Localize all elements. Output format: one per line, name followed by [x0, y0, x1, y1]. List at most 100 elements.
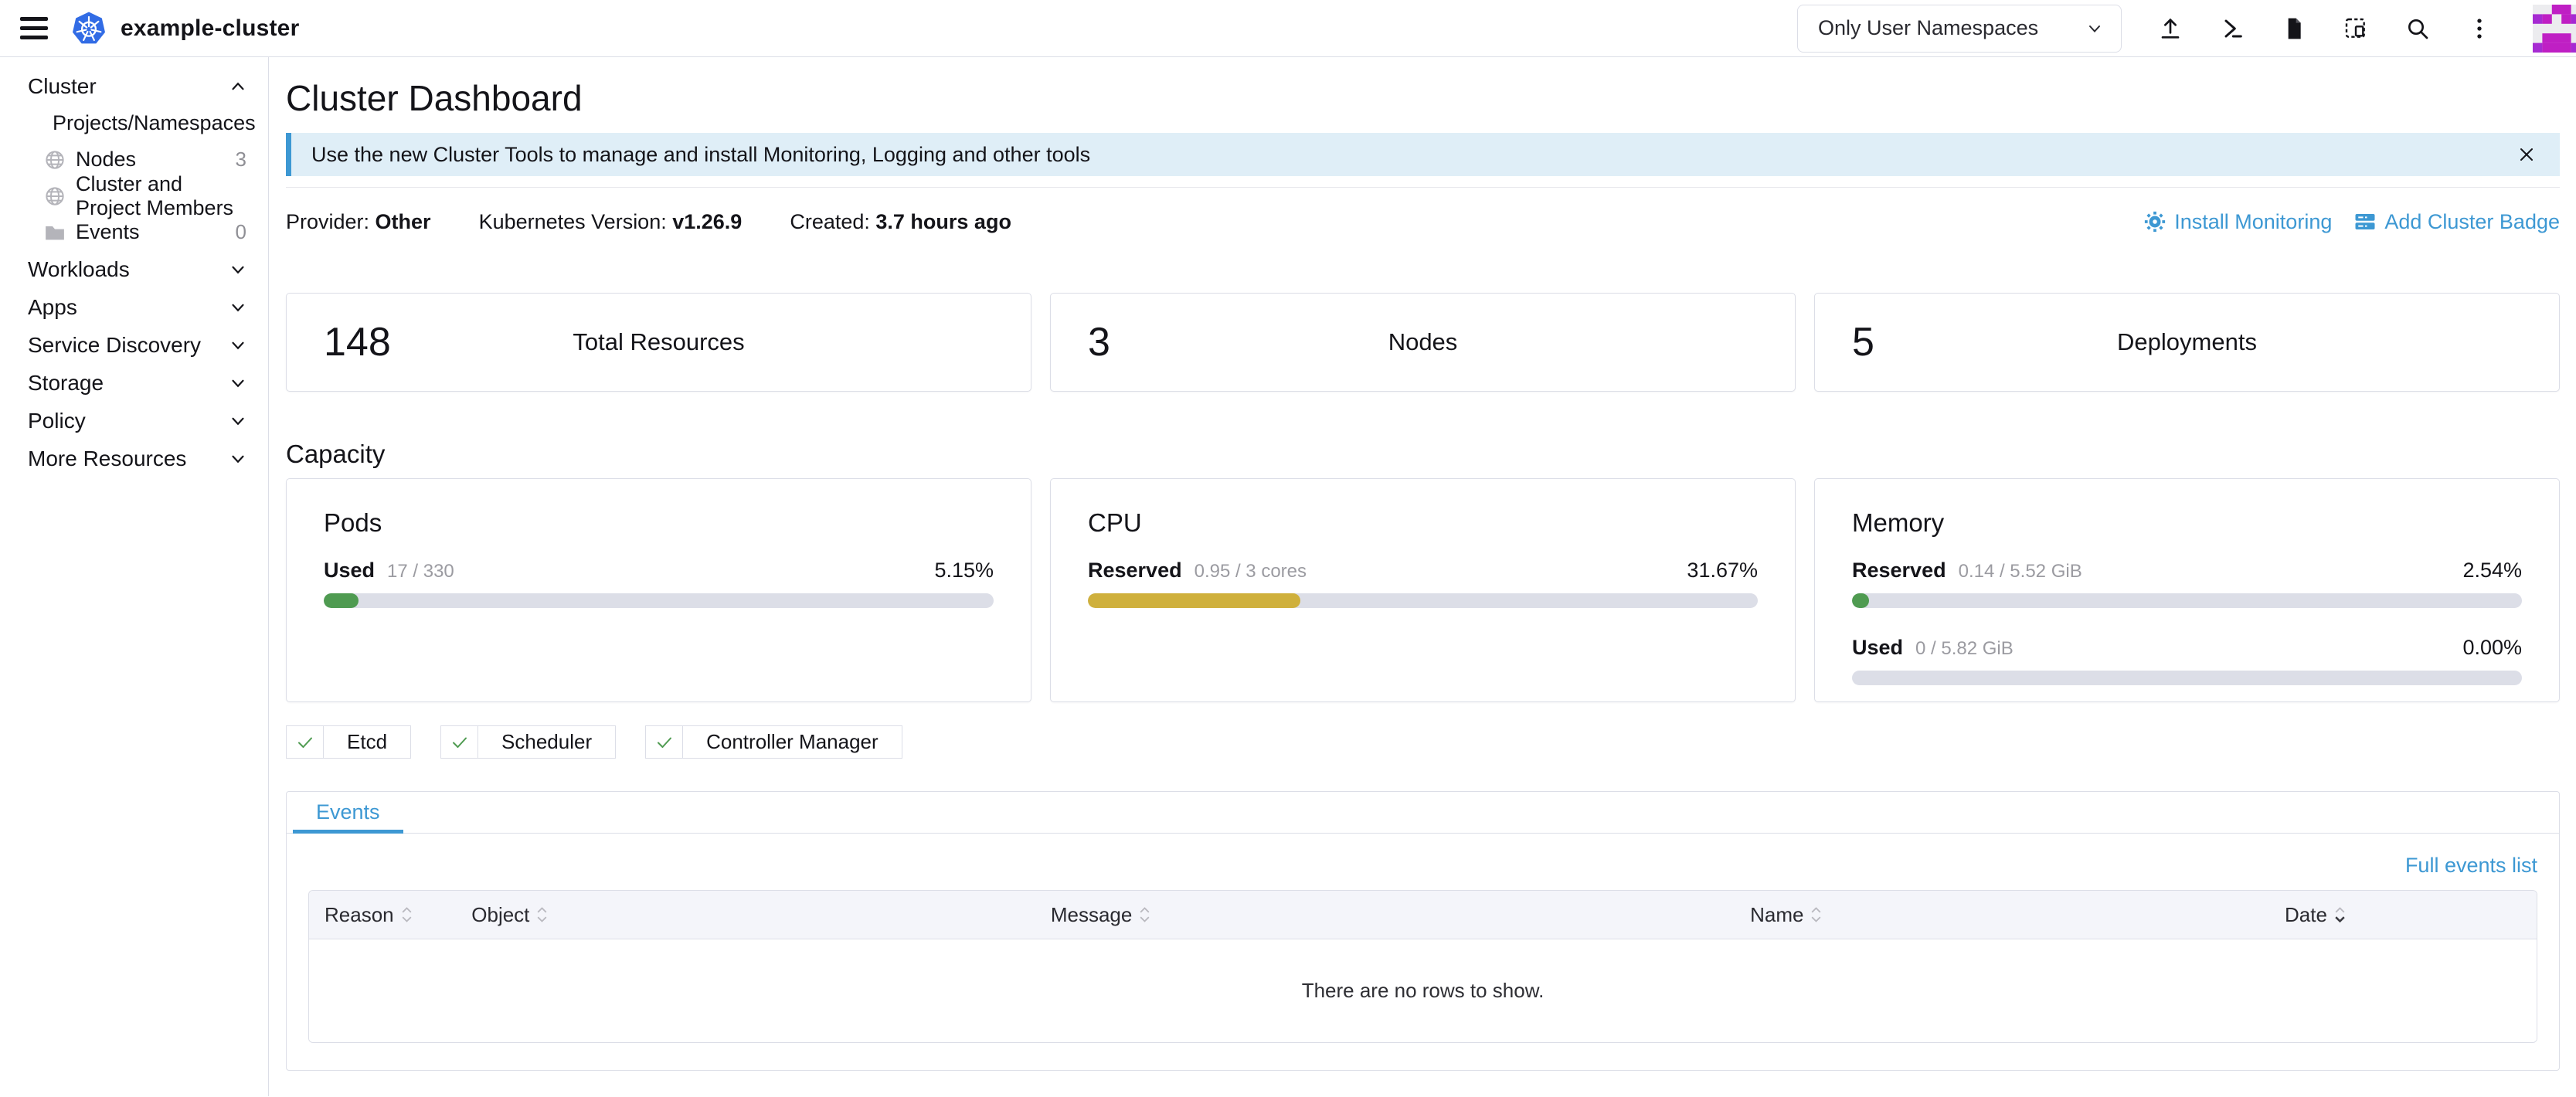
kebab-menu-icon[interactable]	[2466, 15, 2493, 42]
sort-icon	[1138, 905, 1151, 924]
sidebar-group-policy: Policy	[0, 402, 268, 440]
chevron-down-icon	[228, 335, 248, 355]
stat-label: Nodes	[1051, 328, 1795, 356]
sidebar-item-label: Cluster and Project Members	[76, 172, 246, 220]
column-header-message[interactable]: Message	[1035, 891, 1735, 939]
events-body: Full events list Reason Object Message N…	[287, 854, 2559, 1043]
sidebar-group-label: Service Discovery	[28, 333, 228, 358]
chevron-down-icon	[228, 260, 248, 280]
cpu-reserved-gauge: Reserved 0.95 / 3 cores 31.67%	[1088, 559, 1758, 608]
sidebar-group-cluster: Cluster Projects/Namespaces Nodes 3	[0, 68, 268, 250]
table-header-row: Reason Object Message Name Date	[309, 891, 2537, 939]
sidebar-item-cluster-project-members[interactable]: Cluster and Project Members	[0, 178, 268, 214]
top-bar-actions: Only User Namespaces	[1797, 5, 2576, 53]
sidebar-group-header-more-resources[interactable]: More Resources	[0, 440, 268, 477]
stat-value: 5	[1852, 319, 1874, 365]
capacity-card-title: Pods	[324, 508, 994, 538]
search-icon[interactable]	[2404, 15, 2431, 42]
add-cluster-badge-link[interactable]: Add Cluster Badge	[2353, 209, 2560, 235]
sidebar-item-count: 3	[236, 148, 246, 172]
sidebar-group-label: More Resources	[28, 447, 228, 471]
sidebar-group-label: Policy	[28, 409, 228, 433]
action-label: Install Monitoring	[2174, 209, 2332, 235]
stat-card-deployments: 5 Deployments	[1814, 293, 2560, 392]
memory-used-gauge: Used 0 / 5.82 GiB 0.00%	[1852, 636, 2522, 685]
status-badge-etcd: Etcd	[286, 725, 411, 759]
capacity-card-pods: Pods Used 17 / 330 5.15%	[286, 478, 1031, 702]
chevron-down-icon	[228, 411, 248, 431]
stat-value: 3	[1088, 319, 1110, 365]
sidebar-group-header-apps[interactable]: Apps	[0, 289, 268, 326]
status-badge-label: Etcd	[324, 730, 410, 754]
info-banner-text: Use the new Cluster Tools to manage and …	[311, 143, 2513, 167]
tabs-row: Events	[287, 792, 2559, 834]
check-icon	[287, 726, 324, 758]
info-banner: Use the new Cluster Tools to manage and …	[286, 133, 2560, 176]
sidebar-nav: Cluster Projects/Namespaces Nodes 3	[0, 57, 269, 1096]
sidebar-item-count: 0	[236, 220, 246, 244]
hamburger-menu-icon[interactable]	[20, 17, 48, 39]
sidebar-group-header-workloads[interactable]: Workloads	[0, 251, 268, 288]
column-header-name[interactable]: Name	[1735, 891, 2269, 939]
column-header-date[interactable]: Date	[2269, 891, 2537, 939]
sidebar-group-header-cluster[interactable]: Cluster	[0, 68, 268, 105]
copy-kubeconfig-icon[interactable]	[2343, 15, 2369, 42]
status-badge-scheduler: Scheduler	[440, 725, 616, 759]
sort-icon	[535, 905, 549, 924]
chevron-down-icon	[228, 449, 248, 469]
action-label: Add Cluster Badge	[2384, 209, 2560, 235]
capacity-card-title: Memory	[1852, 508, 2522, 538]
capacity-card-title: CPU	[1088, 508, 1758, 538]
memory-reserved-gauge: Reserved 0.14 / 5.52 GiB 2.54%	[1852, 559, 2522, 608]
component-status-row: Etcd Scheduler Controller Manager	[286, 725, 2560, 759]
sidebar-group-label: Cluster	[28, 74, 228, 99]
rancher-cluster-dashboard: example-cluster Only User Namespaces	[0, 0, 2576, 1097]
progress-bar	[1852, 593, 2522, 608]
sidebar-group-header-policy[interactable]: Policy	[0, 402, 268, 440]
page-title: Cluster Dashboard	[286, 77, 2560, 119]
sidebar-group-label: Apps	[28, 295, 228, 320]
sidebar-item-projects-namespaces[interactable]: Projects/Namespaces	[0, 105, 268, 141]
globe-icon	[43, 148, 66, 172]
column-header-object[interactable]: Object	[456, 891, 1035, 939]
stat-label: Total Resources	[287, 328, 1031, 356]
sidebar-group-header-storage[interactable]: Storage	[0, 365, 268, 402]
sidebar-group-label: Workloads	[28, 257, 228, 282]
sidebar-group-service-discovery: Service Discovery	[0, 327, 268, 364]
column-header-reason[interactable]: Reason	[309, 891, 456, 939]
full-events-list-link[interactable]: Full events list	[2405, 854, 2537, 878]
stats-row: 148 Total Resources 3 Nodes 5 Deployment…	[286, 293, 2560, 392]
badge-icon	[2353, 210, 2377, 233]
progress-bar	[1088, 593, 1758, 608]
capacity-card-memory: Memory Reserved 0.14 / 5.52 GiB 2.54%	[1814, 478, 2560, 702]
empty-state-text: There are no rows to show.	[309, 939, 2537, 1042]
kubectl-shell-icon[interactable]	[2219, 15, 2245, 42]
check-icon	[441, 726, 478, 758]
install-monitoring-link[interactable]: Install Monitoring	[2143, 209, 2332, 235]
progress-bar	[324, 593, 994, 608]
sidebar-item-label: Nodes	[76, 148, 236, 172]
events-panel: Events Full events list Reason Object Me…	[286, 791, 2560, 1071]
kubernetes-logo[interactable]	[71, 11, 107, 46]
sidebar-group-header-service-discovery[interactable]: Service Discovery	[0, 327, 268, 364]
close-icon[interactable]	[2513, 141, 2540, 168]
sidebar-item-label: Projects/Namespaces	[53, 111, 256, 135]
stat-card-nodes: 3 Nodes	[1050, 293, 1796, 392]
tab-label: Events	[316, 800, 380, 824]
cluster-actions: Install Monitoring Add Cluster Badge	[2143, 209, 2560, 235]
chevron-down-icon	[228, 297, 248, 318]
meta-provider: Provider: Other	[286, 209, 431, 235]
events-table: Reason Object Message Name Date There ar…	[308, 890, 2537, 1043]
sidebar-group-workloads: Workloads	[0, 251, 268, 288]
chevron-down-icon	[228, 373, 248, 393]
chevron-up-icon	[228, 76, 248, 97]
meta-created: Created: 3.7 hours ago	[790, 209, 1011, 235]
user-avatar[interactable]	[2533, 5, 2576, 53]
sidebar-item-events[interactable]: Events 0	[0, 214, 268, 250]
sort-icon	[400, 905, 413, 924]
file-icon[interactable]	[2281, 15, 2307, 42]
tab-events[interactable]: Events	[293, 792, 403, 833]
namespace-filter-select[interactable]: Only User Namespaces	[1797, 5, 2122, 53]
upload-icon[interactable]	[2157, 15, 2183, 42]
sidebar-group-more-resources: More Resources	[0, 440, 268, 477]
